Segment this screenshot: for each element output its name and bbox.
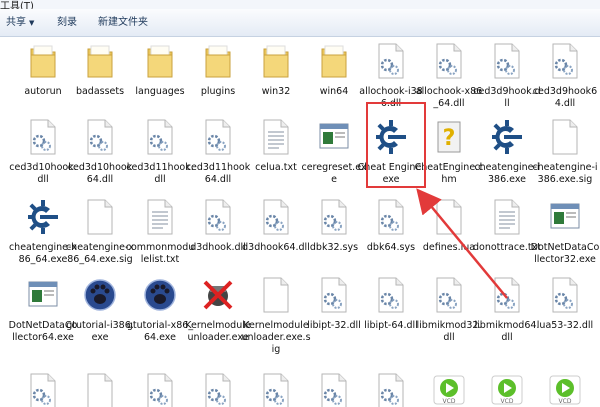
new-folder-button[interactable]: 新建文件夹 [98,17,148,29]
text-file-icon [259,117,293,157]
dll-icon [432,41,466,81]
cheat-engine-icon [490,117,524,157]
folder-icon [259,41,293,81]
dll-icon [143,371,177,407]
paw-icon [143,275,177,315]
dll-icon [26,117,60,157]
dll-icon [26,371,60,407]
dll-icon [374,371,408,407]
dll-icon [259,371,293,407]
chevron-down-icon: ▼ [29,19,35,27]
dll-icon [201,117,235,157]
file-label: lua53-32.dll [536,320,594,331]
svg-text:VCD: VCD [443,398,456,405]
dll-icon [374,197,408,237]
svg-text:?: ? [443,126,456,151]
dll-icon [548,41,582,81]
file-label: cheatengine-i386.exe.sig [532,162,598,185]
window-exe-icon [26,275,60,315]
cheat-engine-icon [374,117,408,157]
burn-label: 刻录 [57,17,77,28]
help-file-icon: ? [432,117,466,157]
blank-file-icon [548,117,582,157]
new-folder-label: 新建文件夹 [98,17,148,28]
folder-icon [26,41,60,81]
dll-icon [490,275,524,315]
vcd-icon: VCD [432,371,466,407]
cheat-engine-icon [26,197,60,237]
dll-icon [317,197,351,237]
text-file-icon [490,197,524,237]
blank-file-icon [432,197,466,237]
blank-file-icon [83,197,117,237]
window-exe-icon [548,197,582,237]
dll-icon [201,371,235,407]
menu-bar: 工具(T) [0,0,600,9]
dll-icon [374,275,408,315]
blank-file-icon [83,371,117,407]
dll-icon [490,41,524,81]
dll-icon [259,197,293,237]
dll-icon [432,275,466,315]
dll-icon [374,41,408,81]
dll-icon [317,371,351,407]
folder-icon [201,41,235,81]
folder-icon [83,41,117,81]
svg-text:VCD: VCD [559,398,572,405]
crossed-icon [201,275,235,315]
burn-button[interactable]: 刻录 [57,17,77,29]
window-exe-icon [317,117,351,157]
dll-icon [83,117,117,157]
blank-file-icon [259,275,293,315]
share-button[interactable]: 共享 ▼ [6,17,34,29]
dll-icon [201,197,235,237]
toolbar: 共享 ▼ 刻录 新建文件夹 [0,9,600,37]
menu-item-tools[interactable]: 工具(T) [0,0,34,9]
file-label: ced3d9hook64.dll [532,86,598,109]
text-file-icon [143,197,177,237]
vcd-icon: VCD [490,371,524,407]
dll-icon [143,117,177,157]
file-list: autorun badassets languages plugins win32 win… [0,37,600,407]
dll-icon [548,275,582,315]
svg-text:VCD: VCD [501,398,514,405]
share-label: 共享 [6,17,26,28]
dll-icon [317,275,351,315]
file-label: DotNetDataCollector32.exe [530,242,600,265]
paw-icon [83,275,117,315]
folder-icon [317,41,351,81]
folder-icon [143,41,177,81]
vcd-icon: VCD [548,371,582,407]
